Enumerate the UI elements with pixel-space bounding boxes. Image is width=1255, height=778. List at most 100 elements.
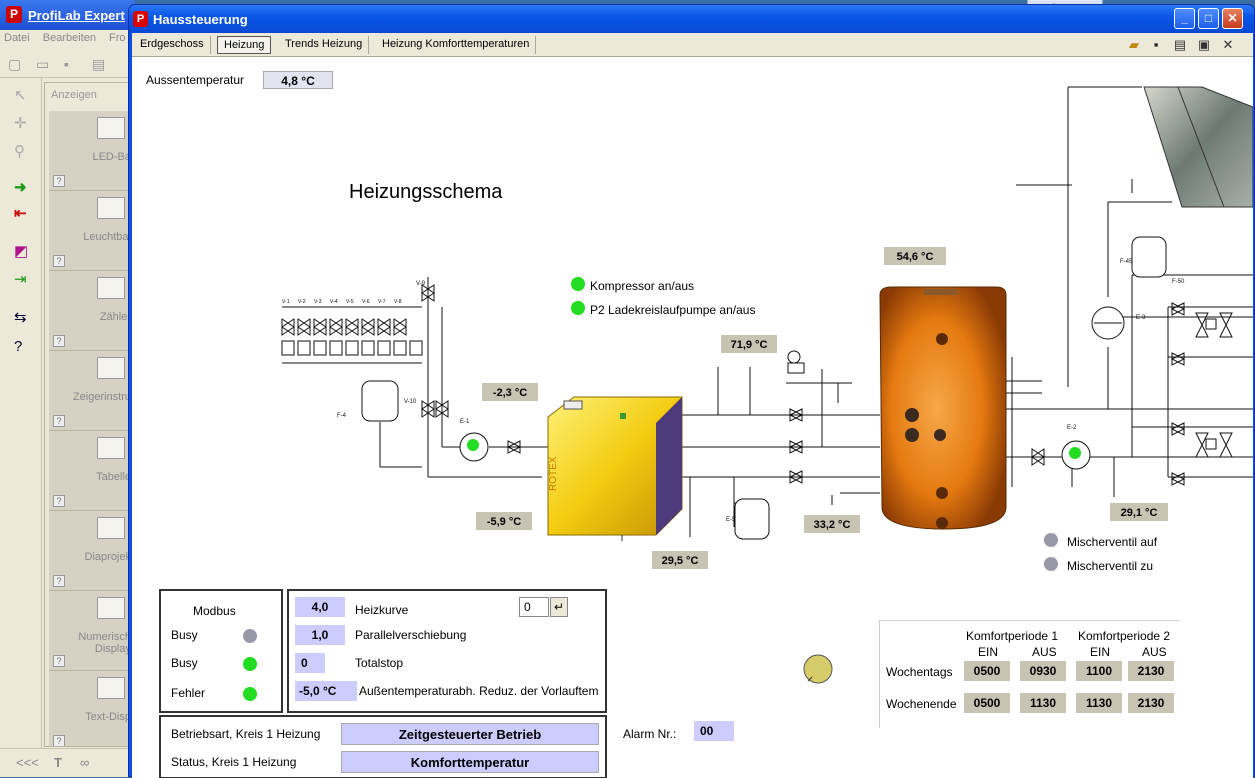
help-icon[interactable]: ? — [53, 415, 65, 427]
minimize-button[interactable]: _ — [1174, 8, 1195, 29]
tab-heizung-komforttemperaturen[interactable]: Heizung Komforttemperaturen — [376, 36, 537, 54]
wochentags-aus-2[interactable]: 2130 — [1128, 661, 1174, 681]
component-item[interactable]: LED-Ba? — [49, 111, 133, 191]
modbus-pane: Modbus Busy Busy Fehler — [159, 589, 283, 713]
help-icon[interactable]: ? — [53, 175, 65, 187]
wochentags-aus-1[interactable]: 0930 — [1020, 661, 1066, 681]
ladekreispumpe-label: P2 Ladekreislaufpumpe an/aus — [590, 303, 756, 317]
insert-icon[interactable]: ⇥ — [14, 270, 27, 288]
meter-icon — [97, 357, 125, 379]
filter-dropdown[interactable]: Anzeigen — [51, 89, 97, 101]
led-bar-icon — [97, 117, 125, 139]
parallel-value: 1,0 — [295, 625, 345, 645]
heizkurve-input[interactable]: 0 — [519, 597, 549, 617]
wochenende-ein-1[interactable]: 0500 — [964, 693, 1010, 713]
tab-erdgeschoss[interactable]: Erdgeschoss — [134, 36, 211, 54]
ladekreispumpe-led — [571, 301, 585, 315]
counter-icon — [97, 277, 125, 299]
profilab-logo-icon: P — [133, 11, 148, 27]
modbus-fehler-label: Fehler — [171, 686, 206, 700]
led-icon — [97, 197, 125, 219]
binoculars-icon[interactable]: ∞ — [80, 755, 89, 770]
collapse-button[interactable]: <<< — [16, 755, 39, 770]
new-file-icon[interactable]: ▢ — [8, 56, 21, 73]
wochenende-aus-1[interactable]: 1130 — [1020, 693, 1066, 713]
heat-pump-graphic: ROTEX — [547, 396, 683, 541]
help-icon[interactable]: ? — [53, 575, 65, 587]
stop-arrow-icon[interactable]: ⇤ — [14, 204, 27, 222]
background-app-title: ProfiLab Expert — [28, 8, 125, 23]
crosshair-icon[interactable]: ✛ — [14, 114, 27, 132]
clipboard-icon[interactable]: ▣ — [1196, 37, 1212, 53]
tab-heizung[interactable]: Heizung — [217, 36, 272, 54]
parallel-label: Parallelverschiebung — [355, 628, 467, 642]
alarm-label: Alarm Nr.: — [623, 727, 677, 741]
wochentags-ein-1[interactable]: 0500 — [964, 661, 1010, 681]
knob-icon[interactable] — [803, 654, 833, 684]
wochenende-aus-2[interactable]: 2130 — [1128, 693, 1174, 713]
help-pointer-icon[interactable]: ? — [14, 338, 22, 355]
mischer-zu-led — [1044, 557, 1058, 571]
svg-text:V-3: V-3 — [314, 299, 322, 305]
background-menubar: Datei Bearbeiten Fro — [0, 30, 135, 48]
tools-icon[interactable]: ✕ — [1220, 37, 1236, 53]
reduz-value: -5,0 °C — [295, 681, 357, 701]
open-folder-icon[interactable]: ▰ — [1126, 37, 1142, 53]
wochentags-ein-2[interactable]: 1100 — [1076, 661, 1122, 681]
hilo-icon[interactable]: ◩ — [14, 242, 28, 260]
mischer-auf-label: Mischerventil auf — [1067, 535, 1158, 549]
menu-fro[interactable]: Fro — [109, 32, 126, 44]
tab-bar: Erdgeschoss Heizung Trends Heizung Heizu… — [132, 33, 1253, 57]
save-icon[interactable]: ▪ — [1148, 37, 1164, 53]
svg-text:V-8: V-8 — [394, 299, 402, 305]
maximize-button[interactable]: □ — [1198, 8, 1219, 29]
run-arrow-icon[interactable]: ➜ — [14, 178, 27, 196]
component-item[interactable]: Zeigerinstru? — [49, 351, 133, 431]
print-icon[interactable]: ▤ — [1172, 37, 1188, 53]
pointer-icon[interactable]: ↖ — [14, 86, 27, 104]
tool-palette: ↖ ✛ ⚲ ➜ ⇤ ◩ ⇥ ⇆ ? — [0, 78, 42, 777]
text-tool-icon[interactable]: T — [54, 755, 62, 770]
svg-text:V-10: V-10 — [404, 399, 417, 405]
tab-trends-heizung[interactable]: Trends Heizung — [279, 36, 370, 54]
comfort-periods-panel: Komfortperiode 1 Komfortperiode 2 EIN AU… — [879, 620, 1179, 728]
svg-text:F-4: F-4 — [337, 413, 347, 419]
help-icon[interactable]: ? — [53, 655, 65, 667]
wochenende-ein-2[interactable]: 1130 — [1076, 693, 1122, 713]
component-item[interactable]: Tabelle? — [49, 431, 133, 511]
zoom-icon[interactable]: ⚲ — [14, 142, 25, 160]
modbus-busy-label: Busy — [171, 628, 198, 642]
enter-button[interactable]: ↵ — [550, 597, 568, 617]
mischer-zu-label: Mischerventil zu — [1067, 559, 1154, 573]
heizkurve-label: Heizkurve — [355, 603, 409, 617]
print-icon[interactable]: ▤ — [92, 56, 105, 73]
kompressor-label: Kompressor an/aus — [590, 279, 695, 293]
svg-text:E-2: E-2 — [1067, 425, 1077, 431]
help-icon[interactable]: ? — [53, 335, 65, 347]
component-item[interactable]: Zähler? — [49, 271, 133, 351]
component-item[interactable]: Diaprojek? — [49, 511, 133, 591]
heizkurve-value: 4,0 — [295, 597, 345, 617]
numeric-display-icon — [97, 597, 125, 619]
help-icon[interactable]: ? — [53, 495, 65, 507]
component-item[interactable]: Leuchtbal? — [49, 191, 133, 271]
menu-bearbeiten[interactable]: Bearbeiten — [43, 32, 96, 44]
component-item[interactable]: Numerisch Display? — [49, 591, 133, 671]
modbus-busy-led — [243, 629, 257, 643]
save-icon[interactable]: ▪ — [64, 56, 69, 72]
component-list: Anzeigen LED-Ba? Leuchtbal? Zähler? Zeig… — [44, 82, 135, 747]
ein-header-1: EIN — [978, 645, 999, 659]
component-item[interactable]: Text-Disp? — [49, 671, 133, 746]
menu-datei[interactable]: Datei — [4, 32, 30, 44]
switch-view-icon[interactable]: ⇆ — [14, 308, 27, 326]
temp-29-1: 29,1 °C — [1110, 503, 1168, 521]
svg-text:E-1: E-1 — [460, 419, 470, 425]
help-icon[interactable]: ? — [53, 255, 65, 267]
window-titlebar: P Haussteuerung _ □ ✕ — [129, 5, 1254, 33]
open-folder-icon[interactable]: ▭ — [36, 56, 49, 73]
wochenende-label: Wochenende — [886, 697, 957, 711]
help-icon[interactable]: ? — [53, 735, 65, 746]
svg-text:V-6: V-6 — [362, 299, 370, 305]
table-icon — [97, 437, 125, 459]
close-button[interactable]: ✕ — [1222, 8, 1243, 29]
